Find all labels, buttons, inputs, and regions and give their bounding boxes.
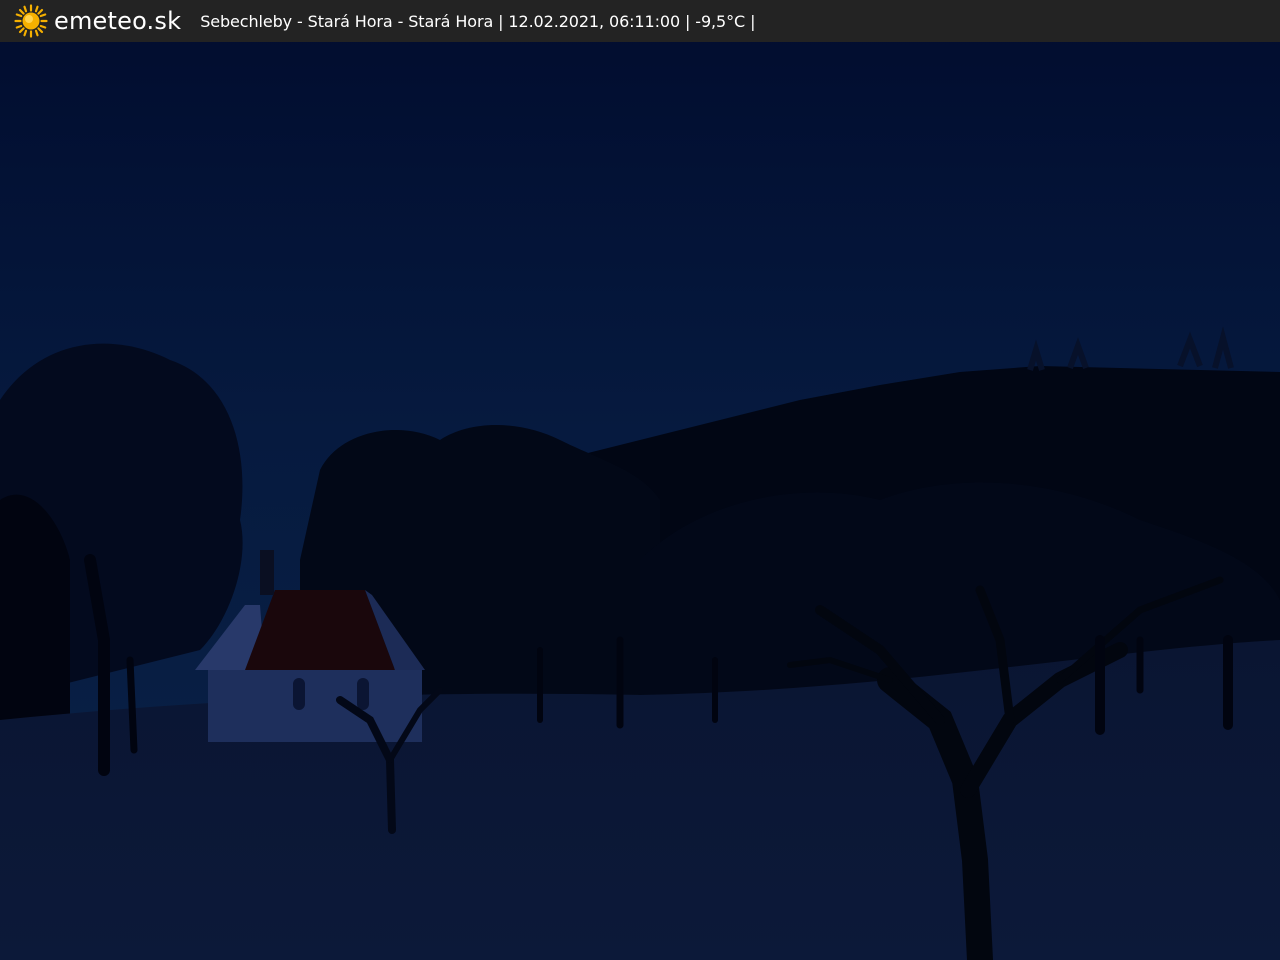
sun-icon bbox=[14, 4, 48, 38]
chapel-wall bbox=[208, 668, 422, 742]
header-bar: emeteo.sk Sebechleby - Stará Hora - Star… bbox=[0, 0, 1280, 42]
site-brand: emeteo.sk bbox=[54, 7, 182, 35]
chapel-window bbox=[293, 678, 305, 710]
webcam-image bbox=[0, 0, 1280, 960]
webcam-caption: Sebechleby - Stará Hora - Stará Hora | 1… bbox=[200, 11, 756, 31]
chapel-window-2 bbox=[357, 678, 369, 710]
webcam-view: emeteo.sk Sebechleby - Stará Hora - Star… bbox=[0, 0, 1280, 960]
chapel-tower bbox=[260, 550, 274, 595]
